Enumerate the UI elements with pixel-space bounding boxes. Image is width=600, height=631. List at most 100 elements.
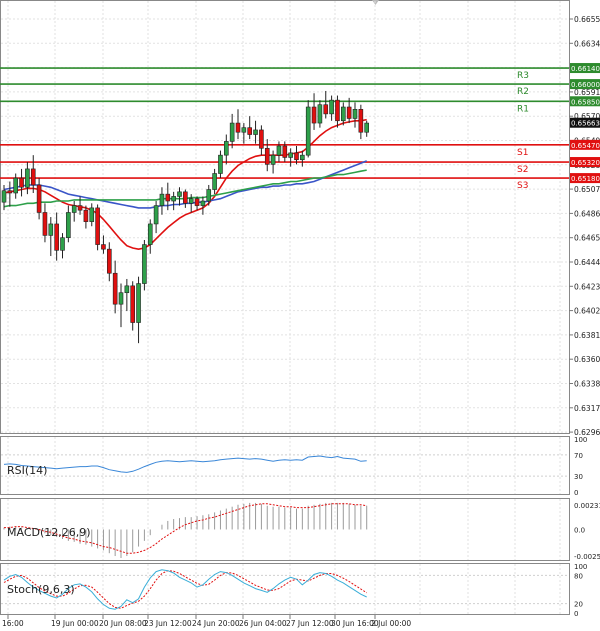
forex-chart: 0.665500.663400.661300.659150.657050.654… xyxy=(0,0,600,628)
candle-body xyxy=(36,184,42,213)
candle-body xyxy=(218,154,223,174)
candle-body xyxy=(25,168,30,188)
price-tick-label: 0.64650 xyxy=(574,234,600,243)
candle-body xyxy=(194,198,200,206)
level-name-r3: R3 xyxy=(517,71,529,81)
candle-body xyxy=(247,127,252,135)
candle-body xyxy=(48,223,54,236)
candle-body xyxy=(323,104,329,115)
candle-body xyxy=(153,205,159,225)
candle-body xyxy=(183,191,188,204)
candle-body xyxy=(276,145,282,156)
time-tick-label: 2 Jul 00:00 xyxy=(371,619,411,628)
candle-body xyxy=(89,207,95,222)
candle-body xyxy=(19,177,24,188)
price-tick-label: 0.63385 xyxy=(574,380,600,389)
time-tick-label: 24 Jun 20:00 xyxy=(192,619,240,628)
price-tick-label: 0.64440 xyxy=(574,258,600,267)
level-price-label: 0.65470 xyxy=(571,142,600,150)
candle-body xyxy=(346,106,352,119)
candle-body xyxy=(136,283,141,323)
stoch-tick-label: 80 xyxy=(574,572,583,580)
candle-body xyxy=(107,248,112,274)
candle-body xyxy=(335,99,340,122)
candle-body xyxy=(224,141,229,156)
time-tick-label: 27 Jun 12:00 xyxy=(286,619,334,628)
candle-body xyxy=(300,154,305,161)
level-price-label: 0.66140 xyxy=(571,65,600,73)
candle-body xyxy=(1,190,7,203)
rsi-tick-label: 70 xyxy=(574,452,583,460)
candle-body xyxy=(177,191,182,197)
level-name-r1: R1 xyxy=(517,104,529,114)
candle-body xyxy=(317,104,323,124)
rsi-label: RSI(14) xyxy=(7,464,47,477)
level-price-label: 0.66000 xyxy=(571,81,600,89)
rsi-panel-frame xyxy=(0,436,570,495)
candle-body xyxy=(188,198,194,204)
macd-tick-label: 0.0 xyxy=(574,526,585,534)
time-tick-label: 23 Jun 12:00 xyxy=(144,619,192,628)
candle-body xyxy=(77,205,83,211)
price-tick-label: 0.64865 xyxy=(574,209,600,218)
price-tick-label: 0.65075 xyxy=(574,185,600,194)
price-tick-label: 0.63810 xyxy=(574,331,600,340)
price-tick-label: 0.65915 xyxy=(574,88,600,97)
level-name-s3: S3 xyxy=(517,181,528,191)
candle-body xyxy=(212,173,217,190)
candle-body xyxy=(60,237,65,251)
candle-body xyxy=(282,145,288,158)
candle-body xyxy=(159,193,165,206)
level-price-label: 0.65320 xyxy=(571,159,600,167)
current-price-marker: 0.65663 xyxy=(570,117,600,128)
candle-body xyxy=(171,196,176,202)
level-name-s1: S1 xyxy=(517,148,528,158)
price-axis: 0.665500.663400.661300.659150.657050.654… xyxy=(569,15,600,437)
candle-body xyxy=(30,168,36,186)
candle-body xyxy=(66,212,71,238)
time-axis: 16:00 19 Jun 00:00 20 Jun 08:0023 Jun 12:0… xyxy=(2,615,411,628)
candle-body xyxy=(259,129,264,149)
time-tick-label: 16:00 xyxy=(2,619,24,628)
macd-label: MACD(12,26,9) xyxy=(7,526,91,539)
rsi-tick-label: 100 xyxy=(574,436,587,444)
stoch-tick-label: 0 xyxy=(574,610,578,618)
price-tick-label: 0.63175 xyxy=(574,404,600,413)
current-price-label: 0.65663 xyxy=(571,120,600,128)
candle-body xyxy=(329,99,334,115)
stoch-panel-frame xyxy=(0,563,570,615)
macd-tick-label: -0.00250 xyxy=(574,553,600,561)
candle-body xyxy=(54,223,59,251)
price-tick-label: 0.66340 xyxy=(574,39,600,48)
candle-body xyxy=(118,292,124,305)
candle-body xyxy=(200,200,206,206)
candle-body xyxy=(147,223,153,245)
candle-body xyxy=(206,189,212,202)
candle-body xyxy=(288,152,293,158)
candle-body xyxy=(124,285,130,294)
candle-body xyxy=(253,129,258,135)
rsi-tick-label: 0 xyxy=(574,489,578,497)
candle-body xyxy=(112,272,118,305)
candle-body xyxy=(264,147,270,165)
level-price-label: 0.65850 xyxy=(571,98,600,106)
candle-body xyxy=(305,106,311,156)
candle-body xyxy=(358,109,364,133)
candle-body xyxy=(364,122,370,133)
candle-body xyxy=(7,190,13,194)
level-name-s2: S2 xyxy=(517,165,528,175)
candle-body xyxy=(42,212,48,236)
time-tick-label: 19 Jun 00:00 xyxy=(51,619,99,628)
level-price-label: 0.65180 xyxy=(571,175,600,183)
candle-body xyxy=(229,122,235,142)
candle-body xyxy=(340,106,346,122)
candle-body xyxy=(101,244,106,250)
time-tick-label: 26 Jun 04:00 xyxy=(239,619,287,628)
candle-body xyxy=(142,244,147,284)
rsi-tick-label: 30 xyxy=(574,473,583,481)
candle-body xyxy=(165,193,171,202)
price-tick-label: 0.66550 xyxy=(574,15,600,24)
time-tick-label: 20 Jun 08:00 xyxy=(99,619,147,628)
candle-body xyxy=(83,209,89,222)
stoch-tick-label: 100 xyxy=(574,563,587,571)
